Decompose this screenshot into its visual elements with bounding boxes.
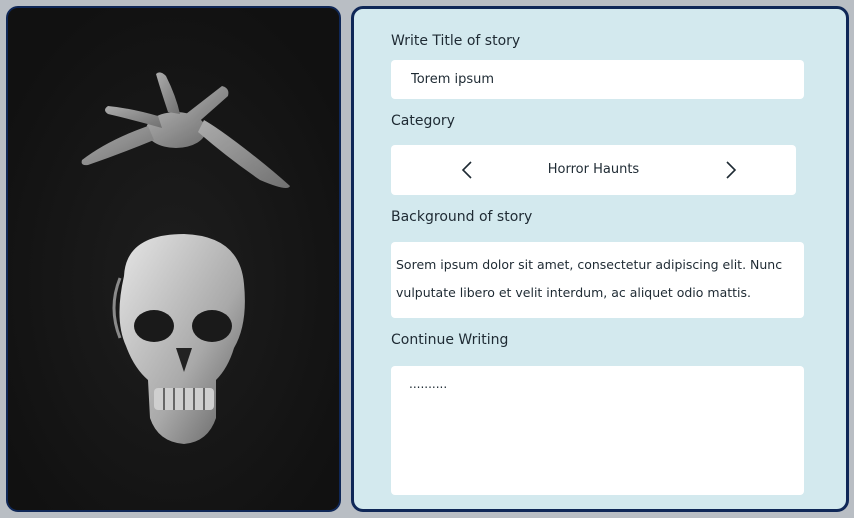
category-label: Category (391, 113, 455, 129)
chevron-left-icon (461, 161, 472, 179)
continue-writing-label: Continue Writing (391, 332, 509, 348)
story-title-input[interactable] (391, 60, 804, 99)
story-cover-image-panel (6, 6, 341, 512)
story-form-panel: Write Title of story Category Horror Hau… (351, 6, 849, 512)
continue-writing-textarea[interactable]: .......... (391, 366, 804, 495)
chevron-right-icon (726, 161, 737, 179)
category-selector: Horror Haunts (391, 145, 796, 195)
category-prev-button[interactable] (452, 145, 482, 195)
background-label: Background of story (391, 209, 533, 225)
skull-hand-illustration (8, 8, 339, 510)
category-next-button[interactable] (716, 145, 746, 195)
title-field-label: Write Title of story (391, 33, 521, 49)
background-text-area[interactable]: Sorem ipsum dolor sit amet, consectetur … (391, 242, 804, 318)
